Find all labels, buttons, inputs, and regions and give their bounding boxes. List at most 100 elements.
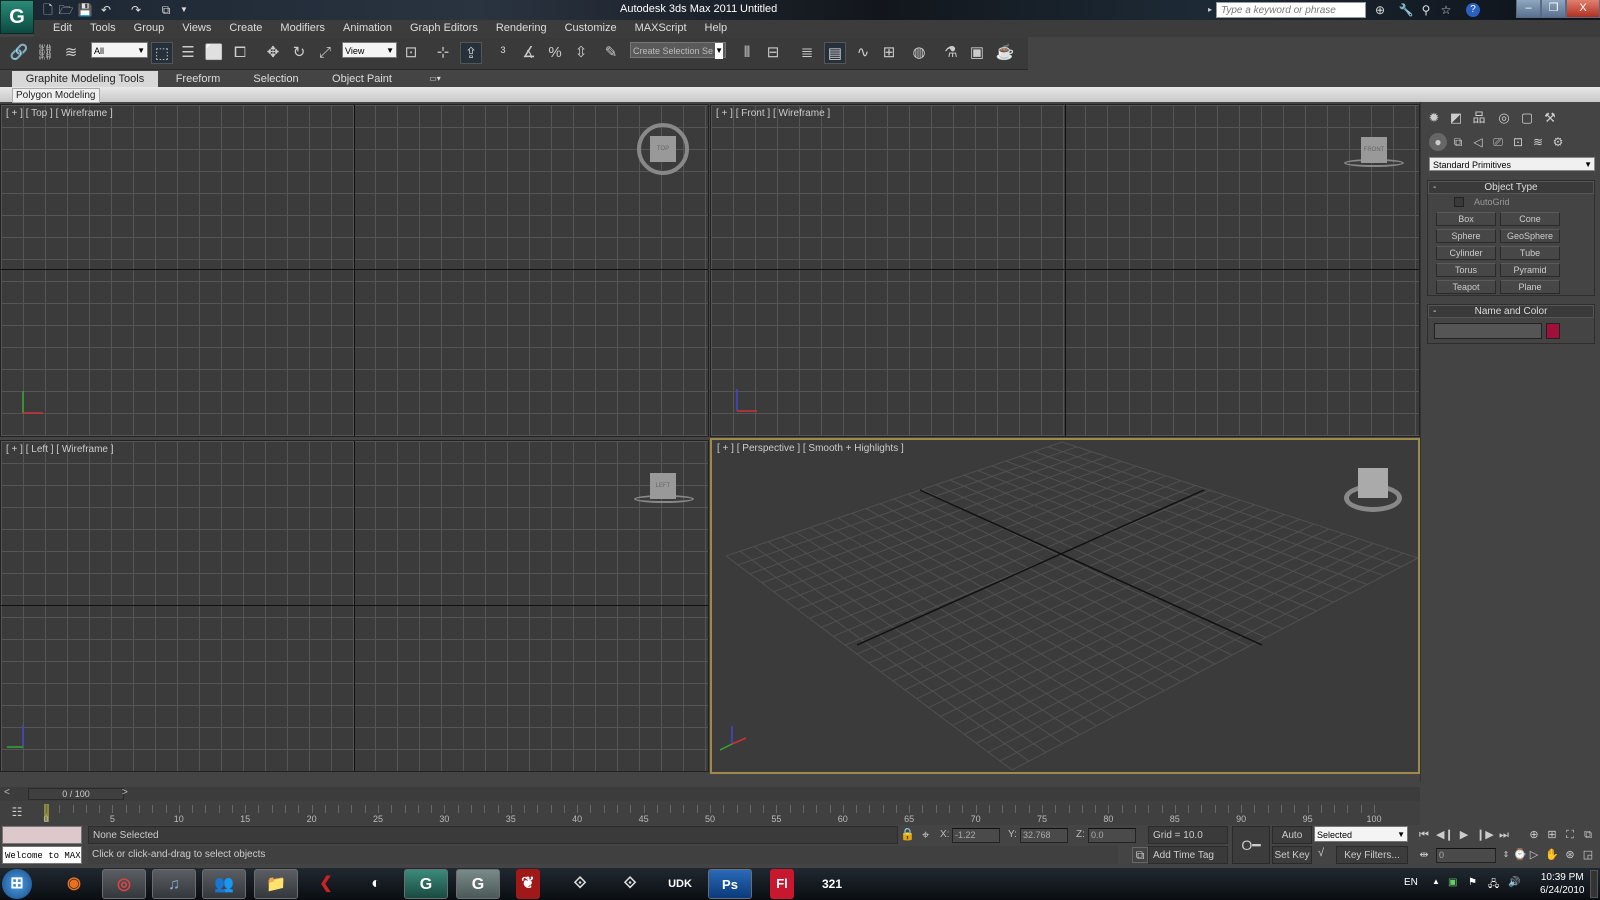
time-slider-thumb[interactable]: 0 / 100 [28, 788, 124, 800]
close-button[interactable]: X [1566, 0, 1600, 18]
shapes-icon[interactable]: ⧉ [1449, 133, 1467, 151]
volume-icon[interactable]: 🔊 [1508, 877, 1520, 888]
named-selection-dropdown[interactable]: Create Selection Se ▼ [630, 42, 726, 59]
customize-quick-access-icon[interactable]: ▼ [176, 2, 192, 18]
select-object-icon[interactable]: ⬚ [151, 42, 173, 64]
autodesk-icon[interactable]: ❦ [516, 869, 540, 899]
messenger-icon[interactable]: 👥 [202, 869, 246, 899]
percent-snap-icon[interactable]: % [544, 42, 566, 64]
menu-rendering[interactable]: Rendering [487, 20, 556, 37]
select-and-move-icon[interactable]: ✥ [262, 42, 284, 64]
x-coordinate-input[interactable]: -1.22 [952, 828, 1000, 843]
torus-button[interactable]: Torus [1436, 263, 1496, 277]
menu-graph-editors[interactable]: Graph Editors [401, 20, 487, 37]
application-menu-button[interactable]: G [0, 0, 34, 34]
system-clock[interactable]: 10:39 PM 6/24/2010 [1540, 871, 1585, 897]
viewcube[interactable]: FRONT [1361, 137, 1387, 163]
modify-tab-icon[interactable]: ◩ [1445, 107, 1467, 129]
firefox-icon[interactable]: ◉ [52, 869, 96, 899]
project-folder-icon[interactable]: ⧉ [158, 2, 174, 18]
cylinder-button[interactable]: Cylinder [1436, 246, 1496, 260]
go-to-start-icon[interactable]: ⏮ [1416, 827, 1432, 843]
select-and-link-icon[interactable]: 🔗 [8, 42, 30, 64]
mirror-icon[interactable]: ⫴ [736, 42, 758, 64]
inkscape-icon[interactable]: ◐ [354, 869, 398, 899]
previous-frame-icon[interactable]: ◀❙ [1436, 827, 1454, 843]
action-center-flag-icon[interactable]: ⚑ [1468, 877, 1477, 888]
unlink-icon[interactable]: ⛓ [34, 42, 56, 64]
search-input[interactable]: Type a keyword or phrase [1216, 2, 1366, 18]
unity-icon[interactable]: ⟐ [608, 869, 652, 899]
time-prev-button[interactable]: < [4, 787, 10, 798]
menu-create[interactable]: Create [220, 20, 271, 37]
motion-tab-icon[interactable]: ◎ [1493, 107, 1515, 129]
3dsmax-icon[interactable]: G [404, 869, 448, 899]
y-coordinate-input[interactable]: 32.768 [1020, 828, 1068, 843]
manipulate-icon[interactable]: ⊹ [432, 42, 454, 64]
geometry-icon[interactable]: ● [1429, 133, 1447, 151]
chrome-icon[interactable]: ◎ [102, 869, 146, 899]
viewport-label[interactable]: [ + ] [ Left ] [ Wireframe ] [6, 444, 114, 455]
zoom-extents-icon[interactable]: ⛶ [1562, 827, 1578, 843]
orbit-icon[interactable]: ⊛ [1562, 847, 1578, 863]
select-by-name-icon[interactable]: ☰ [177, 42, 199, 64]
language-indicator[interactable]: EN [1404, 877, 1418, 888]
menu-edit[interactable]: Edit [44, 20, 81, 37]
default-tangent-icon[interactable]: √ [1318, 847, 1324, 859]
track-bar[interactable]: ☷ 0 5 10 15 20 25 30 35 40 45 50 55 60 65 70 75 80 85 90 95… [0, 801, 1420, 825]
undo-icon[interactable]: ↶ [98, 2, 114, 18]
save-icon[interactable]: 💾 [77, 2, 93, 18]
teapot-button[interactable]: Teapot [1436, 280, 1496, 294]
align-icon[interactable]: ⊟ [762, 42, 784, 64]
render-setup-icon[interactable]: ⚗ [940, 42, 962, 64]
open-file-icon[interactable]: 🗁 [58, 2, 74, 18]
geosphere-button[interactable]: GeoSphere [1500, 229, 1560, 243]
rendered-frame-window-icon[interactable]: ▣ [966, 42, 988, 64]
material-editor-icon[interactable]: ◍ [908, 42, 930, 64]
media-player-icon[interactable]: 321 [810, 869, 854, 899]
unity-icon[interactable]: ⟐ [558, 869, 602, 899]
viewport-label[interactable]: [ + ] [ Front ] [ Wireframe ] [716, 108, 830, 119]
render-production-icon[interactable]: ☕ [994, 42, 1016, 64]
space-warps-icon[interactable]: ≋ [1529, 133, 1547, 151]
pyramid-button[interactable]: Pyramid [1500, 263, 1560, 277]
key-filters-button[interactable]: Key Filters... [1336, 846, 1408, 864]
snaps-toggle-icon[interactable]: ³ [492, 42, 514, 64]
ribbon-options-icon[interactable]: ▭▾ [424, 71, 446, 87]
tab-graphite-modeling-tools[interactable]: Graphite Modeling Tools [12, 71, 158, 87]
3dsmax-active-icon[interactable]: G [456, 869, 500, 899]
current-frame-input[interactable]: 0 [1436, 848, 1496, 863]
set-key-button[interactable]: Set Key [1272, 846, 1312, 864]
curve-editor-icon[interactable]: ∿ [852, 42, 874, 64]
help-icon[interactable]: ? [1466, 3, 1480, 17]
go-to-end-icon[interactable]: ⏭ [1496, 827, 1512, 843]
play-icon[interactable]: ▶ [1456, 827, 1472, 843]
absolute-mode-icon[interactable]: ⌖ [922, 827, 929, 843]
photoshop-icon[interactable]: Ps [708, 869, 752, 899]
time-tag-icon[interactable]: ⧉ [1132, 847, 1148, 863]
show-hidden-icons-icon[interactable]: ▲ [1432, 877, 1440, 886]
object-type-rollout-header[interactable]: - Object Type [1428, 181, 1594, 194]
add-time-tag[interactable]: Add Time Tag [1148, 846, 1228, 864]
z-coordinate-input[interactable]: 0.0 [1088, 828, 1136, 843]
maxscript-mini-listener[interactable] [2, 826, 82, 844]
next-frame-icon[interactable]: ❙▶ [1476, 827, 1494, 843]
sphere-button[interactable]: Sphere [1436, 229, 1496, 243]
network-icon[interactable]: 🖧 [1488, 877, 1499, 894]
name-and-color-rollout-header[interactable]: - Name and Color [1428, 305, 1594, 318]
schematic-view-icon[interactable]: ⊞ [878, 42, 900, 64]
display-tab-icon[interactable]: ▢ [1516, 107, 1538, 129]
set-key-icon[interactable]: O━ [1232, 826, 1270, 864]
keyboard-shortcut-override-icon[interactable]: ⇪ [460, 42, 482, 64]
start-button[interactable]: ⊞ [2, 869, 32, 899]
create-tab-icon[interactable]: ✹ [1423, 107, 1445, 129]
layer-manager-icon[interactable]: ≣ [796, 42, 818, 64]
viewcube[interactable]: TOP [650, 136, 676, 162]
zoom-all-icon[interactable]: ⊞ [1544, 827, 1560, 843]
box-button[interactable]: Box [1436, 212, 1496, 226]
key-icon[interactable]: 🔧 [1398, 2, 1414, 18]
pivot-center-icon[interactable]: ⊡ [400, 42, 422, 64]
helpers-icon[interactable]: ⊡ [1509, 133, 1527, 151]
cone-button[interactable]: Cone [1500, 212, 1560, 226]
auto-key-button[interactable]: Auto Key [1272, 826, 1312, 858]
